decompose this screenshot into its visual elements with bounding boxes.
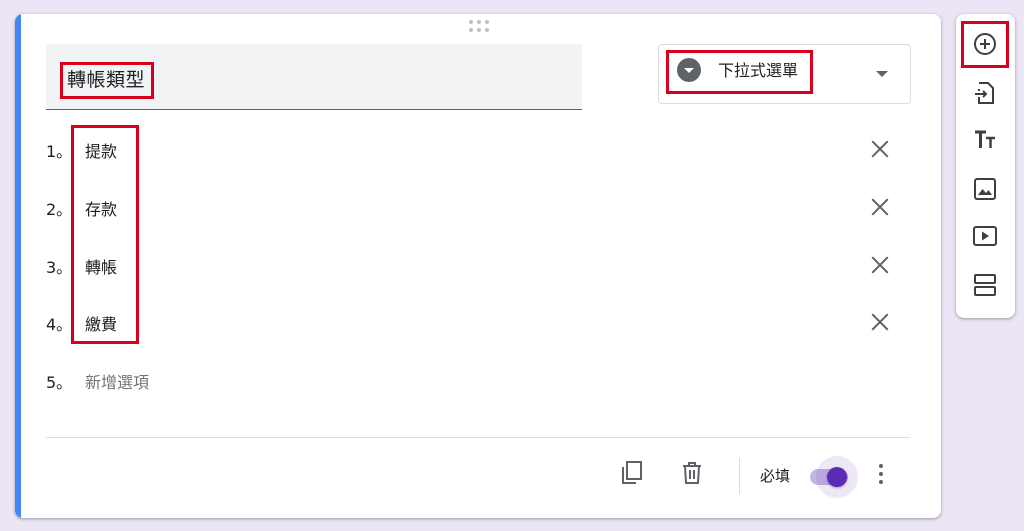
- option-number: 1。: [46, 142, 73, 161]
- footer-divider: [46, 437, 910, 438]
- question-title-field[interactable]: 轉帳類型: [46, 44, 582, 110]
- option-row: 3。 轉帳: [46, 253, 926, 283]
- question-type-label: 下拉式選單: [718, 61, 799, 80]
- duplicate-icon[interactable]: [620, 460, 644, 486]
- drag-handle-icon[interactable]: [469, 20, 489, 46]
- option-row: 1。 提款: [46, 137, 926, 167]
- remove-option-icon[interactable]: [868, 253, 892, 277]
- footer-separator: [739, 458, 740, 494]
- option-number: 5。: [46, 373, 73, 392]
- add-question-icon[interactable]: [972, 31, 998, 57]
- remove-option-icon[interactable]: [868, 195, 892, 219]
- remove-option-icon[interactable]: [868, 137, 892, 161]
- add-title-icon[interactable]: [972, 127, 998, 153]
- question-card[interactable]: 轉帳類型 下拉式選單 1。 提款 2。 存款 3。 轉帳 4。 繳費 5。 新增…: [15, 14, 941, 518]
- import-questions-icon[interactable]: [972, 80, 998, 106]
- dropdown-type-icon: [677, 58, 701, 82]
- delete-icon[interactable]: [680, 460, 704, 486]
- add-image-icon[interactable]: [972, 176, 998, 202]
- options-highlight: [71, 125, 139, 344]
- add-section-icon[interactable]: [972, 272, 998, 298]
- option-number: 4。: [46, 315, 73, 334]
- question-type-select[interactable]: 下拉式選單: [658, 44, 911, 104]
- remove-option-icon[interactable]: [868, 310, 892, 334]
- option-row: 4。 繳費: [46, 310, 926, 340]
- question-title[interactable]: 轉帳類型: [60, 62, 155, 99]
- option-number: 2。: [46, 200, 73, 219]
- active-card-accent: [15, 14, 21, 518]
- chevron-down-icon: [876, 71, 888, 77]
- add-video-icon[interactable]: [972, 223, 998, 249]
- more-options-icon[interactable]: [875, 462, 887, 486]
- required-label: 必填: [760, 467, 791, 485]
- option-number: 3。: [46, 258, 73, 277]
- floating-toolbar: [956, 14, 1015, 318]
- option-row: 2。 存款: [46, 195, 926, 225]
- add-option-row: 5。 新增選項: [46, 368, 926, 398]
- required-toggle[interactable]: [808, 456, 860, 498]
- add-option-input[interactable]: 新增選項: [85, 372, 149, 394]
- toggle-thumb: [827, 467, 847, 487]
